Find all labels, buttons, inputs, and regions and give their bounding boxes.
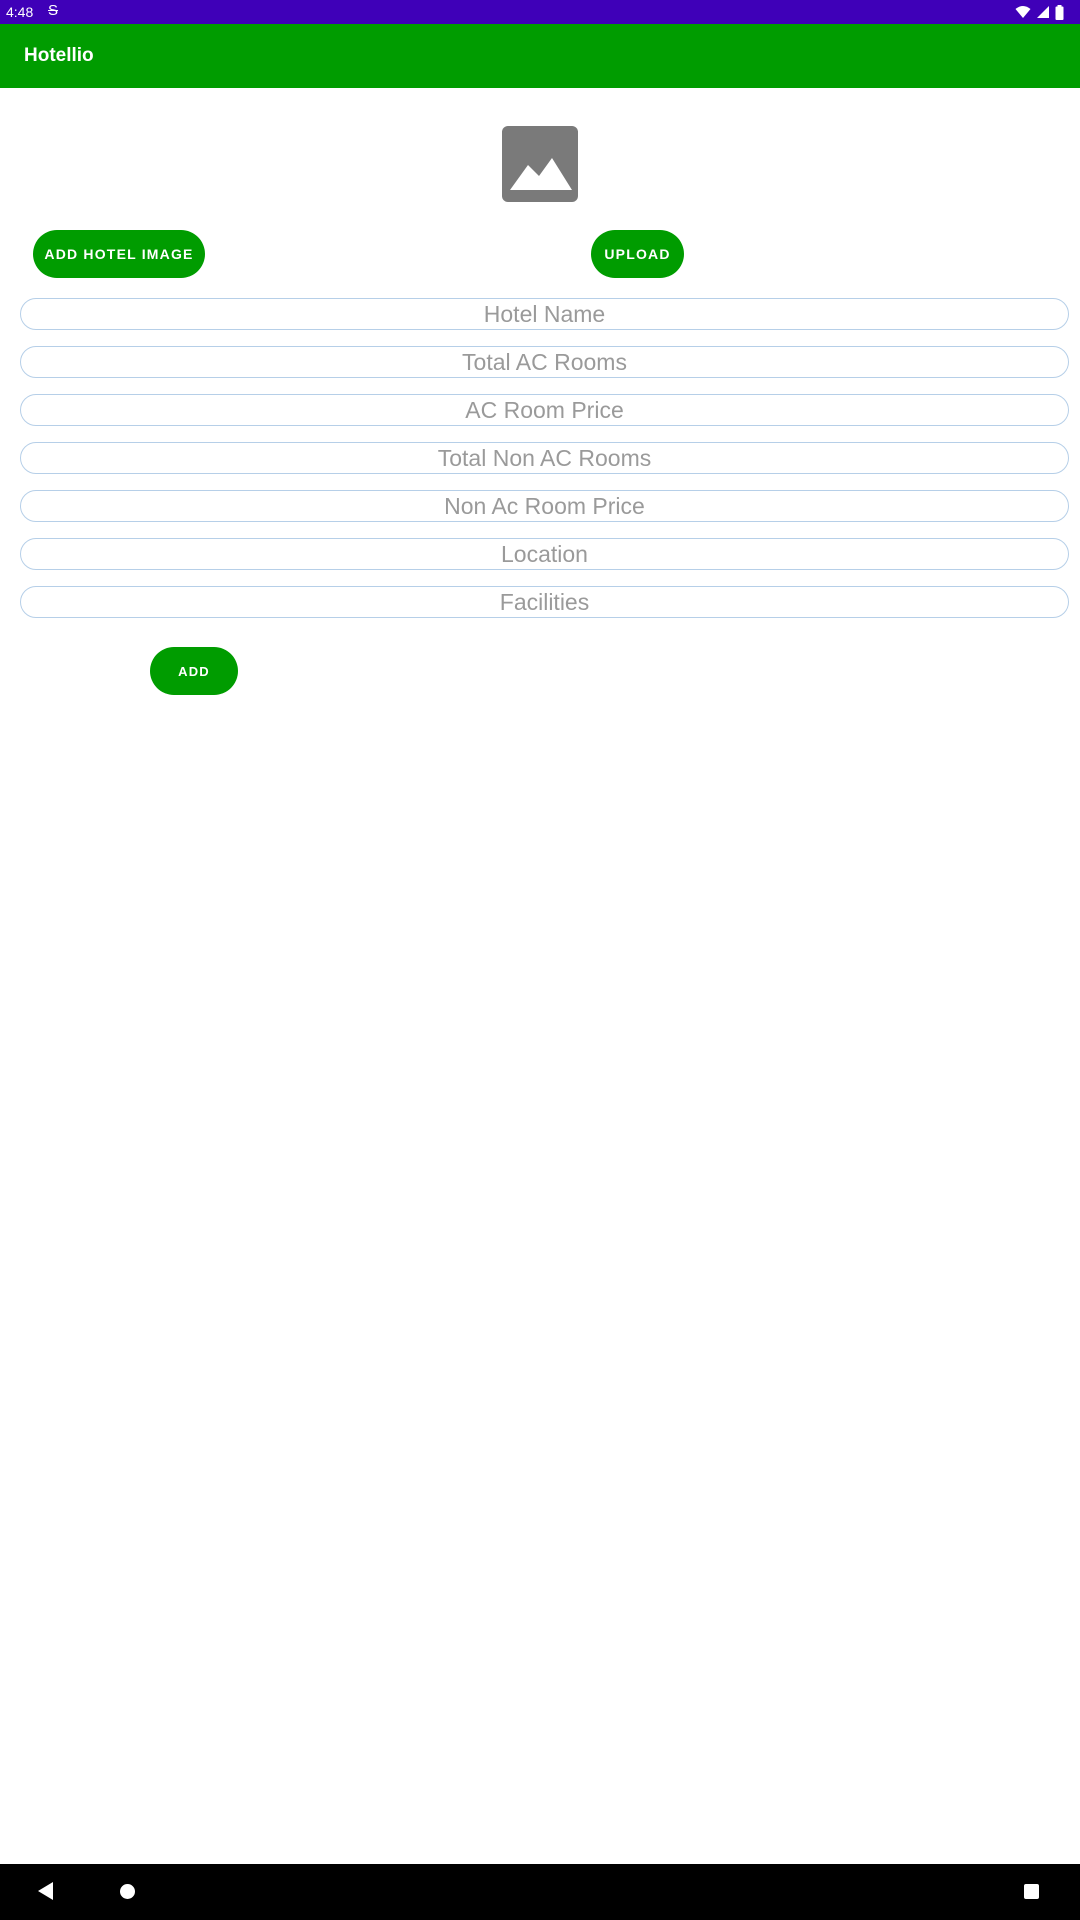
back-icon[interactable] (38, 1882, 53, 1900)
recents-icon[interactable] (1024, 1884, 1039, 1899)
upload-button[interactable]: UPLOAD (591, 230, 684, 278)
app-title: Hotellio (24, 45, 94, 66)
screen: 4:48 S Hotellio ADD HOTEL IMAGE UPLOAD H… (0, 0, 1080, 1920)
image-icon (510, 158, 572, 190)
app-bar: Hotellio (0, 24, 1080, 88)
hotel-name-input[interactable] (20, 298, 1069, 330)
total-non-ac-rooms-input[interactable] (20, 442, 1069, 474)
status-icons (1015, 3, 1064, 21)
navigation-bar (0, 1864, 1080, 1920)
status-bar: 4:48 S (0, 0, 1080, 24)
battery-icon (1055, 4, 1064, 20)
ac-room-price-input[interactable] (20, 394, 1069, 426)
hotel-image-preview[interactable] (502, 126, 578, 202)
facilities-input[interactable] (20, 586, 1069, 618)
location-input[interactable] (20, 538, 1069, 570)
total-ac-rooms-input[interactable] (20, 346, 1069, 378)
wifi-icon (1015, 6, 1031, 18)
signal-icon (1037, 6, 1049, 18)
home-icon[interactable] (120, 1884, 135, 1899)
non-ac-room-price-input[interactable] (20, 490, 1069, 522)
add-hotel-image-button[interactable]: ADD HOTEL IMAGE (33, 230, 205, 278)
notification-s-icon: S (48, 2, 59, 19)
add-button[interactable]: ADD (150, 647, 238, 695)
status-time: 4:48 (6, 4, 34, 20)
